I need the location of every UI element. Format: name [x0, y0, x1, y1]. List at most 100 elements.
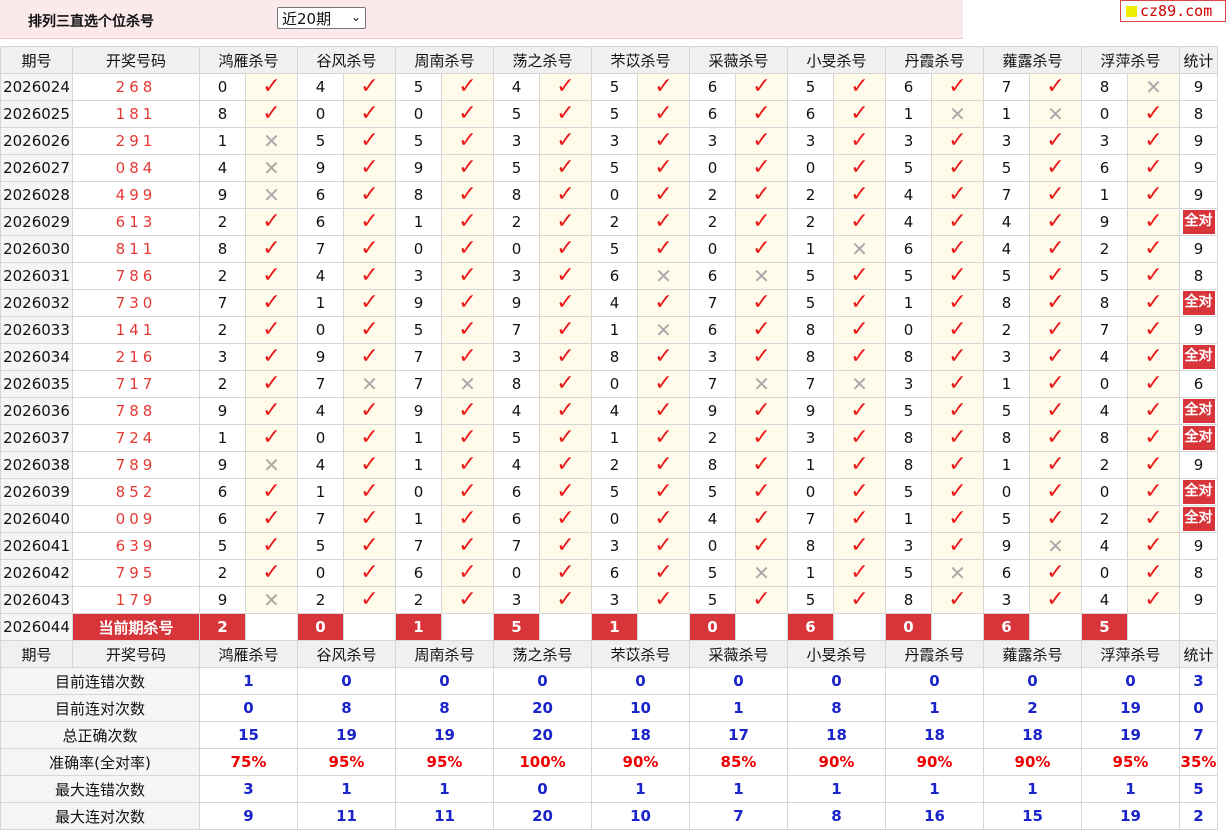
- kill-value: 5: [885, 262, 932, 290]
- issue-number: 2026035: [0, 370, 73, 398]
- kill-value: 9: [1081, 208, 1128, 236]
- current-kill-value: 6: [787, 613, 834, 641]
- check-icon: ✓: [441, 127, 494, 155]
- stats-value: 0: [787, 667, 886, 695]
- draw-number: 179: [72, 586, 200, 614]
- stats-value: 0: [493, 775, 592, 803]
- check-icon: ✓: [637, 181, 690, 209]
- col-header-expert: 浮萍杀号: [1081, 46, 1180, 74]
- table-row: 2026024 268 0 ✓ 4 ✓ 5 ✓ 4 ✓ 5 ✓ 6 ✓ 5 ✓ 6 ✓ 7 ✓ 8 ✕ 9: [0, 73, 1218, 101]
- row-stat: 全对: [1179, 289, 1218, 317]
- kill-value: 2: [787, 181, 834, 209]
- stats-total: 35%: [1179, 748, 1218, 776]
- kill-value: 6: [493, 505, 540, 533]
- check-icon: ✓: [343, 127, 396, 155]
- check-icon: ✓: [539, 451, 592, 479]
- stats-value: 19: [1081, 721, 1180, 749]
- kill-value: 9: [493, 289, 540, 317]
- check-icon: ✓: [441, 532, 494, 560]
- check-icon: ✓: [735, 73, 788, 101]
- kill-value: 6: [983, 559, 1030, 587]
- kill-value: 9: [199, 397, 246, 425]
- kill-value: 6: [885, 235, 932, 263]
- table-row: 2026033 141 2 ✓ 0 ✓ 5 ✓ 7 ✓ 1 ✕ 6 ✓ 8 ✓ 0 ✓ 2 ✓ 7 ✓ 9: [0, 316, 1218, 344]
- check-icon: ✓: [735, 235, 788, 263]
- row-stat: 8: [1179, 100, 1218, 128]
- check-icon: ✓: [1127, 262, 1180, 290]
- kill-value: 9: [395, 289, 442, 317]
- kill-value: 8: [689, 451, 736, 479]
- draw-number: 499: [72, 181, 200, 209]
- check-icon: ✓: [833, 154, 886, 182]
- check-icon: ✓: [441, 262, 494, 290]
- kill-value: 4: [689, 505, 736, 533]
- draw-number: 852: [72, 478, 200, 506]
- stats-value: 0: [591, 667, 690, 695]
- check-icon: ✓: [931, 478, 984, 506]
- check-icon: ✓: [1127, 235, 1180, 263]
- check-icon: ✓: [245, 343, 298, 371]
- kill-value: 2: [689, 181, 736, 209]
- current-issue-row: 2026044 当前期杀号 2 0 1 5 1 0 6 0 6 5: [0, 613, 1218, 641]
- check-icon: ✓: [1127, 586, 1180, 614]
- table-row: 2026042 795 2 ✓ 0 ✓ 6 ✓ 0 ✓ 6 ✓ 5 ✕ 1 ✓ 5 ✕ 6 ✓ 0 ✓ 8: [0, 559, 1218, 587]
- cross-icon: ✕: [637, 316, 690, 344]
- check-icon: ✓: [637, 532, 690, 560]
- stats-row: 总正确次数 15 19 19 20 18 17 18 18 18 19 7: [0, 721, 1218, 749]
- table-header-row: 期号 开奖号码 鸿雁杀号 谷风杀号 周南杀号 荡之杀号 芣苡杀号 采薇杀号 小旻杀号 丹霞杀号 蕹露…: [0, 640, 1218, 668]
- check-icon: ✓: [343, 424, 396, 452]
- draw-number: 788: [72, 397, 200, 425]
- check-icon: ✓: [343, 208, 396, 236]
- kill-value: 8: [591, 343, 638, 371]
- check-icon: ✓: [931, 424, 984, 452]
- kill-value: 7: [689, 289, 736, 317]
- stats-total: 2: [1179, 802, 1218, 830]
- kill-value: 3: [591, 586, 638, 614]
- period-select-value: 近20期: [282, 9, 332, 28]
- draw-number: 216: [72, 343, 200, 371]
- kill-value: 1: [591, 424, 638, 452]
- kill-value: 5: [493, 424, 540, 452]
- issue-number: 2026027: [0, 154, 73, 182]
- check-icon: ✓: [1029, 424, 1082, 452]
- check-icon: ✓: [735, 586, 788, 614]
- kill-value: 1: [787, 451, 834, 479]
- check-icon: ✓: [245, 559, 298, 587]
- stats-value: 8: [395, 694, 494, 722]
- kill-value: 8: [787, 532, 834, 560]
- row-stat: 9: [1179, 316, 1218, 344]
- site-logo[interactable]: cz89.com: [1120, 0, 1226, 22]
- issue-number: 2026029: [0, 208, 73, 236]
- kill-value: 9: [297, 343, 344, 371]
- cross-icon: ✕: [735, 559, 788, 587]
- stats-value: 2: [983, 694, 1082, 722]
- kill-value: 1: [297, 478, 344, 506]
- period-select[interactable]: 近20期 ⌄: [277, 7, 366, 29]
- kill-value: 6: [199, 478, 246, 506]
- col-header-expert: 周南杀号: [395, 46, 494, 74]
- kill-value: 4: [591, 289, 638, 317]
- check-icon: ✓: [441, 316, 494, 344]
- stats-value: 10: [591, 802, 690, 830]
- kill-value: 3: [983, 343, 1030, 371]
- current-kill-value: 5: [1081, 613, 1128, 641]
- kill-value: 8: [493, 370, 540, 398]
- kill-value: 3: [395, 262, 442, 290]
- check-icon: ✓: [441, 505, 494, 533]
- kill-value: 7: [395, 532, 442, 560]
- col-header-expert: 浮萍杀号: [1081, 640, 1180, 668]
- kill-value: 3: [493, 262, 540, 290]
- col-header-expert: 采薇杀号: [689, 46, 788, 74]
- cross-icon: ✕: [441, 370, 494, 398]
- stats-total: 5: [1179, 775, 1218, 803]
- stats-label: 最大连错次数: [0, 775, 200, 803]
- check-icon: ✓: [1127, 451, 1180, 479]
- kill-number-table: 期号 开奖号码 鸿雁杀号 谷风杀号 周南杀号 荡之杀号 芣苡杀号 采薇杀号 小旻杀号 丹霞杀号 蕹露…: [0, 46, 1218, 830]
- check-icon: ✓: [735, 208, 788, 236]
- check-icon: ✓: [637, 478, 690, 506]
- check-icon: ✓: [245, 316, 298, 344]
- kill-value: 8: [199, 235, 246, 263]
- check-icon: ✓: [735, 289, 788, 317]
- stats-value: 7: [689, 802, 788, 830]
- stats-value: 19: [1081, 694, 1180, 722]
